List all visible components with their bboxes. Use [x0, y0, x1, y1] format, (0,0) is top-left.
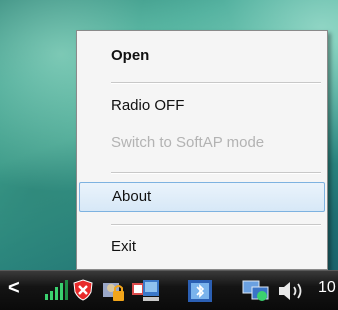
taskbar-clock[interactable]: 10	[318, 279, 336, 297]
show-hidden-icons-arrow[interactable]: <	[8, 277, 20, 300]
volume-icon[interactable]	[276, 279, 306, 303]
taskbar: < 10	[0, 270, 338, 310]
network-adapter-icon[interactable]	[131, 279, 161, 303]
bluetooth-icon[interactable]	[187, 279, 213, 303]
security-shield-icon[interactable]	[72, 279, 94, 301]
user-lock-icon[interactable]	[101, 279, 127, 303]
tray-context-menu: Open Radio OFF Switch to SoftAP mode Abo…	[76, 30, 328, 270]
signal-bars-icon[interactable]	[44, 279, 68, 301]
menu-separator	[111, 172, 321, 174]
menu-item-about[interactable]: About	[79, 182, 325, 212]
menu-item-open[interactable]: Open	[79, 41, 325, 71]
menu-separator	[111, 82, 321, 84]
menu-item-switch-softap: Switch to SoftAP mode	[111, 134, 265, 151]
menu-item-exit[interactable]: Exit	[79, 232, 325, 262]
menu-item-radio-off[interactable]: Radio OFF	[79, 91, 325, 121]
network-computer-icon[interactable]	[242, 279, 270, 303]
menu-separator	[111, 224, 321, 226]
